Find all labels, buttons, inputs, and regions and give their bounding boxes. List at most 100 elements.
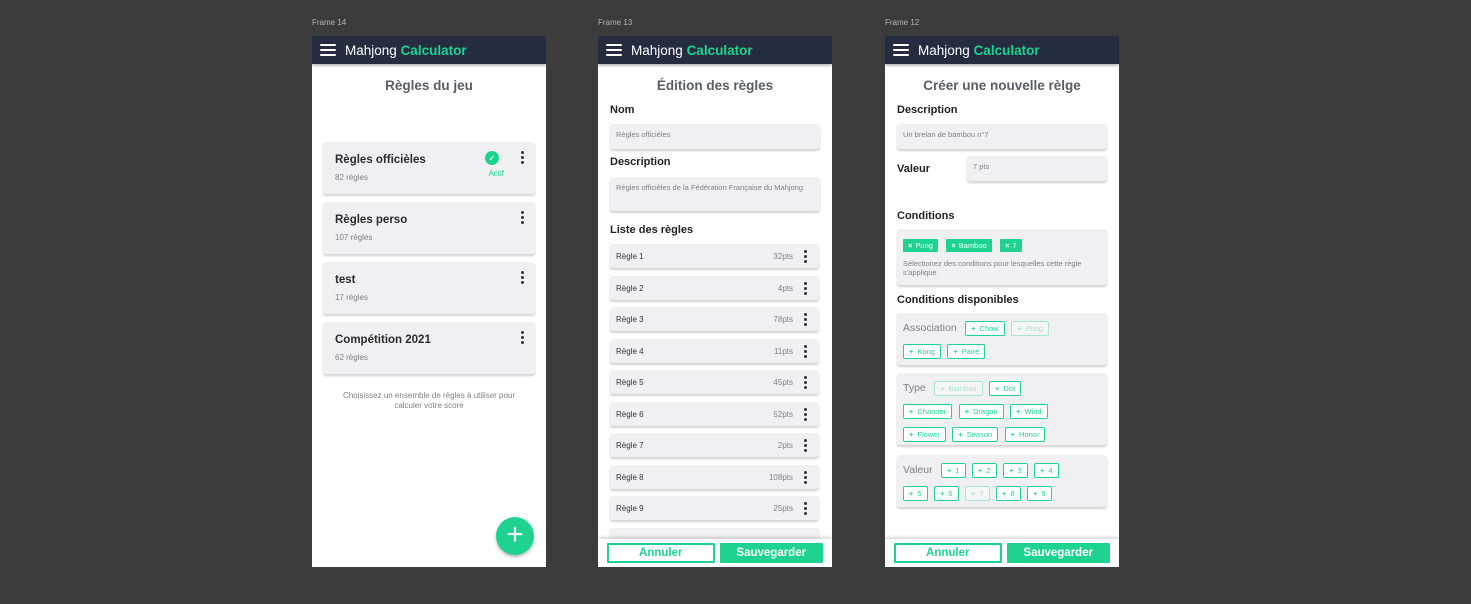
- cancel-button[interactable]: Annuler: [894, 543, 1002, 563]
- ruleset-card[interactable]: Règles perso 107 règles: [323, 202, 535, 254]
- more-options-icon[interactable]: [804, 345, 807, 358]
- menu-icon[interactable]: [320, 44, 336, 56]
- plus-icon: +: [909, 407, 914, 416]
- chip-label: 7: [979, 489, 984, 498]
- more-options-icon[interactable]: [804, 376, 807, 389]
- chip-label: Bamboo: [958, 241, 987, 250]
- add-ruleset-button[interactable]: +: [496, 517, 534, 555]
- rule-name: Règle 2: [616, 284, 644, 293]
- plus-icon: +: [958, 430, 963, 439]
- ruleset-name: test: [335, 274, 356, 286]
- add-chip-disabled: + Pung: [1011, 321, 1050, 336]
- rule-row[interactable]: Règle 5 45pts: [610, 370, 819, 394]
- more-options-icon[interactable]: [521, 211, 524, 224]
- description-field[interactable]: Un brelan de bambou n°7: [897, 124, 1107, 149]
- add-chip[interactable]: +1: [941, 463, 966, 478]
- frame-label: Frame 14: [312, 18, 347, 27]
- more-options-icon[interactable]: [521, 331, 524, 344]
- description-field[interactable]: Règles officièles de la Fédération Franç…: [610, 177, 820, 211]
- add-chip[interactable]: + Charcter: [903, 404, 953, 419]
- rule-row[interactable]: Règle 8 108pts: [610, 465, 819, 489]
- chip-label: Kong: [917, 347, 935, 356]
- ruleset-card[interactable]: Règles officièles 82 règles ✓ Actif: [323, 142, 535, 194]
- chip-label: 7: [1012, 241, 1017, 250]
- frame-label: Frame 13: [598, 18, 633, 27]
- add-chip[interactable]: + Dragon: [958, 404, 1004, 419]
- ruleset-card[interactable]: Compétition 2021 62 règles: [323, 322, 535, 374]
- more-options-icon[interactable]: [804, 502, 807, 515]
- rule-name: Règle 4: [616, 347, 644, 356]
- rule-row[interactable]: Règle 9 25pts: [610, 496, 819, 520]
- app-title-plain: Mahjong: [918, 42, 970, 58]
- check-icon: ✓: [485, 151, 499, 165]
- remove-icon[interactable]: ×: [908, 241, 912, 250]
- action-bar: Annuler Sauvegarder: [885, 539, 1119, 567]
- more-options-icon[interactable]: [804, 439, 807, 452]
- page-title: Créer une nouvelle rèlge: [923, 78, 1081, 93]
- add-chip[interactable]: +9: [1027, 486, 1052, 501]
- add-chip[interactable]: + Honor: [1004, 427, 1046, 442]
- rules-list-screen: Mahjong Calculator Règles du jeu Règles …: [312, 36, 546, 567]
- add-chip[interactable]: +6: [934, 486, 959, 501]
- remove-icon[interactable]: ×: [1005, 241, 1009, 250]
- selected-conditions: × Pung × Bamboo × 7 Sélectionez des conditi…: [897, 229, 1107, 285]
- add-chip[interactable]: +2: [972, 463, 997, 478]
- rule-row[interactable]: Règle 1 32pts: [610, 244, 819, 268]
- ruleset-count: 107 règles: [335, 233, 373, 242]
- plus-icon: +: [909, 347, 914, 356]
- action-bar: Annuler Sauvegarder: [598, 539, 832, 567]
- chip-label: 8: [1010, 489, 1015, 498]
- more-options-icon[interactable]: [804, 408, 807, 421]
- add-chip[interactable]: +4: [1034, 463, 1059, 478]
- rule-points: 4pts: [777, 284, 793, 293]
- selected-chip[interactable]: × 7: [1000, 239, 1022, 252]
- add-chip[interactable]: +3: [1003, 463, 1028, 478]
- more-options-icon[interactable]: [804, 282, 807, 295]
- more-options-icon[interactable]: [521, 151, 524, 164]
- add-chip[interactable]: + Kong: [903, 344, 941, 359]
- rule-row[interactable]: Règle 2 4pts: [610, 276, 819, 300]
- rule-row[interactable]: Règle 3 78pts: [610, 307, 819, 331]
- chip-label: 1: [955, 466, 960, 475]
- menu-icon[interactable]: [606, 44, 622, 56]
- app-bar: Mahjong Calculator: [885, 36, 1119, 64]
- rule-row[interactable]: Règle 7 2pts: [610, 433, 819, 457]
- app-title-plain: Mahjong: [345, 42, 397, 58]
- chip-label: Flower: [917, 430, 940, 439]
- app-title: Mahjong Calculator: [345, 43, 467, 58]
- add-chip[interactable]: +5: [903, 486, 928, 501]
- menu-icon[interactable]: [893, 44, 909, 56]
- add-chip[interactable]: + Flower: [903, 427, 946, 442]
- rule-row[interactable]: Règle 6 52pts: [610, 402, 819, 426]
- value-field[interactable]: 7 pts: [967, 156, 1107, 181]
- add-chip[interactable]: + Season: [952, 427, 999, 442]
- selected-chip[interactable]: × Pung: [903, 239, 938, 252]
- rule-points: 78pts: [773, 315, 793, 324]
- save-button[interactable]: Sauvegarder: [719, 543, 823, 563]
- add-chip[interactable]: +8: [996, 486, 1021, 501]
- ruleset-card[interactable]: test 17 règles: [323, 262, 535, 314]
- rule-row[interactable]: Règle 4 11pts: [610, 339, 819, 363]
- more-options-icon[interactable]: [521, 271, 524, 284]
- rule-points: 25pts: [773, 504, 793, 513]
- description-label: Description: [897, 104, 958, 116]
- add-chip[interactable]: + Chow: [965, 321, 1005, 336]
- name-field[interactable]: Règles officiéles: [610, 124, 820, 149]
- plus-icon: +: [1010, 430, 1016, 439]
- add-chip[interactable]: + Paire: [947, 344, 986, 359]
- more-options-icon[interactable]: [804, 250, 807, 263]
- plus-icon: +: [978, 466, 983, 475]
- cancel-button[interactable]: Annuler: [607, 543, 715, 563]
- conditions-label: Conditions: [897, 210, 955, 222]
- name-label: Nom: [610, 104, 635, 116]
- remove-icon[interactable]: ×: [951, 241, 955, 250]
- plus-icon: +: [1016, 407, 1021, 416]
- group-label: Association: [903, 322, 957, 334]
- add-chip[interactable]: + Dot: [989, 381, 1022, 396]
- more-options-icon[interactable]: [804, 313, 807, 326]
- more-options-icon[interactable]: [804, 471, 807, 484]
- save-button[interactable]: Sauvegarder: [1006, 543, 1110, 563]
- add-chip[interactable]: + Wind: [1010, 404, 1048, 419]
- conditions-hint: Sélectionez des conditions pour lesquell…: [903, 259, 1082, 277]
- selected-chip[interactable]: × Bamboo: [946, 239, 992, 252]
